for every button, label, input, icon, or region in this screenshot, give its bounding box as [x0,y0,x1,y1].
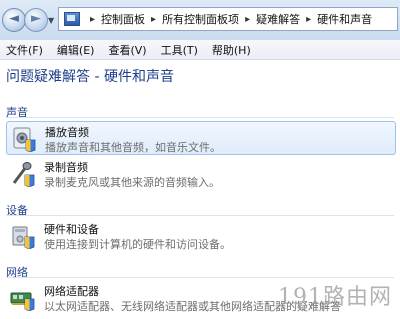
item-title: 播放音频 [45,126,89,139]
item-playing-audio[interactable]: 播放音频 播放声音和其他音频，如音乐文件。 [6,121,396,155]
chevron-right-icon[interactable]: ▸ [151,14,156,25]
item-title: 网络适配器 [44,285,99,298]
chevron-right-icon[interactable]: ▸ [245,14,250,25]
item-recording-audio[interactable]: 录制音频 录制麦克风或其他来源的音频输入。 [6,157,396,191]
item-description: 录制麦克风或其他来源的音频输入。 [44,176,220,189]
group-divider [6,215,394,216]
address-bar: ◄ ► ▼ ▸ 控制面板 ▸ 所有控制面板项 ▸ 疑难解答 ▸ 硬件和声音 [0,0,400,41]
watermark-logo: 191路由网 [278,285,392,310]
microphone-icon [12,162,35,187]
menu-help[interactable]: 帮助(H) [212,42,251,58]
control-panel-icon [64,12,80,26]
forward-arrow-icon: ► [31,11,41,26]
menu-bar: 文件(F) 编辑(E) 查看(V) 工具(T) 帮助(H) [0,40,400,60]
menu-edit[interactable]: 编辑(E) [57,42,95,58]
group-divider [6,117,394,118]
item-title: 录制音频 [44,161,88,174]
group-divider [6,277,394,278]
breadcrumb-item-all-items[interactable]: 所有控制面板项 [162,11,239,27]
back-arrow-icon: ◄ [9,11,19,26]
back-button[interactable]: ◄ [2,8,26,32]
forward-button[interactable]: ► [24,8,48,32]
history-dropdown-icon[interactable]: ▼ [48,16,54,25]
breadcrumb-item-hardware-sound[interactable]: 硬件和声音 [317,11,372,27]
network-adapter-icon [10,292,35,311]
item-title: 硬件和设备 [44,223,99,236]
menu-tools[interactable]: 工具(T) [161,42,198,58]
page-title: 问题疑难解答 - 硬件和声音 [6,69,174,85]
chevron-right-icon[interactable]: ▸ [90,14,95,25]
hardware-icon [12,226,35,249]
breadcrumb-item-control-panel[interactable]: 控制面板 [101,11,145,27]
breadcrumb[interactable]: ▸ 控制面板 ▸ 所有控制面板项 ▸ 疑难解答 ▸ 硬件和声音 [58,7,398,31]
chevron-right-icon[interactable]: ▸ [306,14,311,25]
item-hardware-devices[interactable]: 硬件和设备 使用连接到计算机的硬件和访问设备。 [6,219,396,253]
speaker-icon [13,127,36,152]
menu-file[interactable]: 文件(F) [6,42,43,58]
menu-view[interactable]: 查看(V) [108,42,146,58]
breadcrumb-item-troubleshooting[interactable]: 疑难解答 [256,11,300,27]
item-description: 播放声音和其他音频，如音乐文件。 [45,141,221,154]
item-description: 使用连接到计算机的硬件和访问设备。 [44,238,231,251]
